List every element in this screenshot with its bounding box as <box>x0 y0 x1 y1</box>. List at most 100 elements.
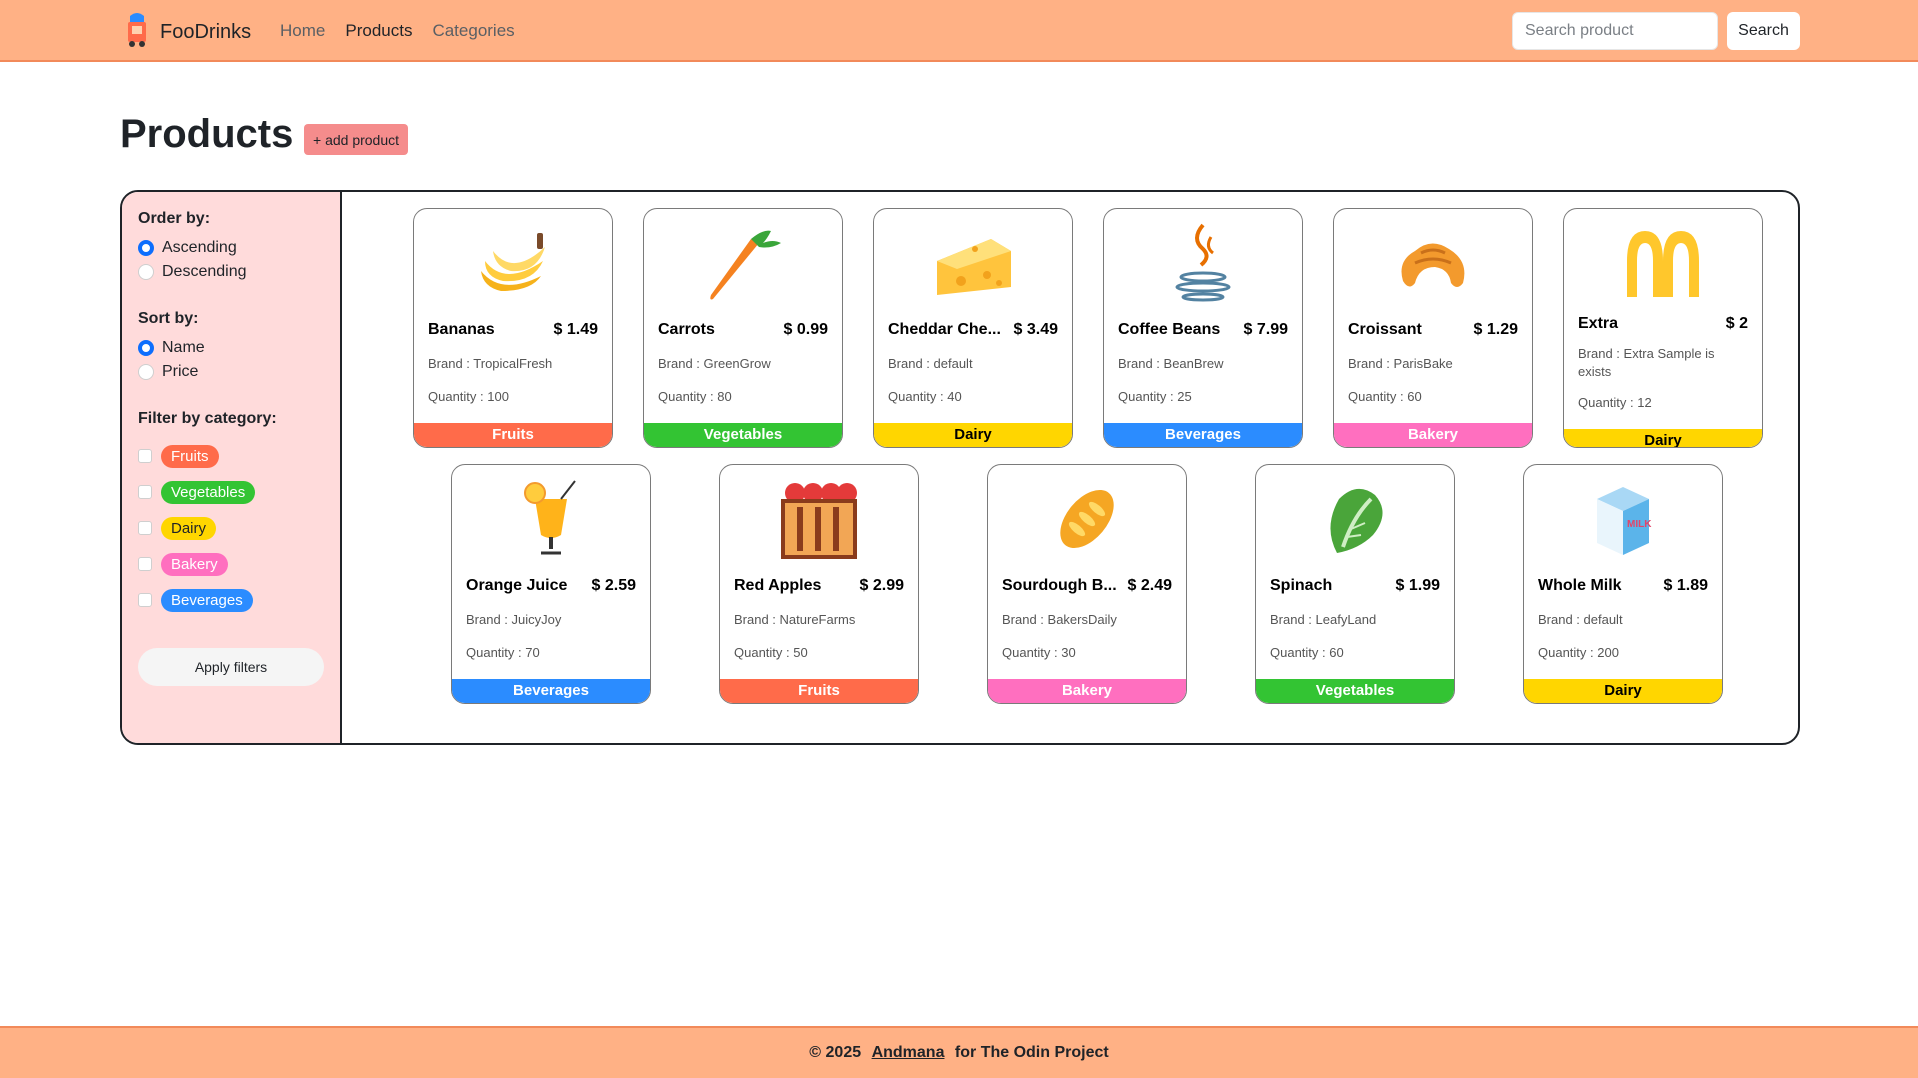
product-card[interactable]: Red Apples $ 2.99 Brand : NatureFarms Qu… <box>719 464 919 704</box>
product-price: $ 1.29 <box>1473 321 1518 338</box>
product-card[interactable]: MILK Whole Milk $ 1.89 Brand : default Q… <box>1523 464 1723 704</box>
checkbox-beverages[interactable] <box>138 593 152 607</box>
product-card[interactable]: Coffee Beans $ 7.99 Brand : BeanBrew Qua… <box>1103 208 1303 448</box>
arches-logo-icon <box>1627 231 1699 297</box>
brand-name: FooDrinks <box>160 21 252 43</box>
product-category: Bakery <box>988 679 1186 703</box>
product-quantity: Quantity : 50 <box>734 645 808 660</box>
product-category: Beverages <box>1104 423 1302 447</box>
radio-name[interactable] <box>138 340 154 356</box>
filter-sidebar: Order by: Ascending Descending Sort by: … <box>122 192 342 743</box>
order-descending-label: Descending <box>162 263 247 280</box>
radio-price[interactable] <box>138 364 154 380</box>
add-product-button[interactable]: + add product <box>304 124 409 155</box>
product-quantity: Quantity : 100 <box>428 389 509 404</box>
product-price: $ 1.99 <box>1395 577 1440 594</box>
product-name: Sourdough B... <box>1002 577 1117 594</box>
product-quantity: Quantity : 60 <box>1270 645 1344 660</box>
order-ascending[interactable]: Ascending <box>138 236 324 260</box>
product-category: Vegetables <box>1256 679 1454 703</box>
product-price: $ 2 <box>1725 315 1748 332</box>
product-brand: Brand : default <box>1538 612 1623 627</box>
product-name: Coffee Beans <box>1118 321 1221 338</box>
search-button[interactable]: Search <box>1727 12 1800 50</box>
nav-categories[interactable]: Categories <box>432 21 514 41</box>
category-pill-fruits: Fruits <box>161 444 219 468</box>
product-card[interactable]: Spinach $ 1.99 Brand : LeafyLand Quantit… <box>1255 464 1455 704</box>
product-quantity: Quantity : 25 <box>1118 389 1192 404</box>
product-price: $ 0.99 <box>783 321 828 338</box>
product-price: $ 2.99 <box>859 577 904 594</box>
category-pill-bakery: Bakery <box>161 552 228 576</box>
product-quantity: Quantity : 80 <box>658 389 732 404</box>
product-brand: Brand : Extra Sample is exists <box>1578 346 1715 379</box>
checkbox-vegetables[interactable] <box>138 485 152 499</box>
order-ascending-label: Ascending <box>162 239 237 256</box>
nav-products[interactable]: Products <box>345 21 412 41</box>
filter-dairy[interactable]: Dairy <box>138 510 324 546</box>
product-price: $ 3.49 <box>1013 321 1058 338</box>
radio-ascending[interactable] <box>138 240 154 256</box>
milk-icon: MILK <box>1597 487 1652 555</box>
product-price: $ 1.49 <box>553 321 598 338</box>
filter-title: Filter by category: <box>138 410 277 427</box>
checkbox-dairy[interactable] <box>138 521 152 535</box>
cheese-icon <box>937 239 1011 295</box>
product-brand: Brand : TropicalFresh <box>428 356 553 371</box>
category-pill-vegetables: Vegetables <box>161 480 256 504</box>
product-price: $ 2.59 <box>591 577 636 594</box>
croissant-icon <box>1401 243 1465 287</box>
product-card[interactable]: Carrots $ 0.99 Brand : GreenGrow Quantit… <box>643 208 843 448</box>
search-input[interactable] <box>1512 12 1718 50</box>
product-brand: Brand : BeanBrew <box>1118 356 1224 371</box>
apple-basket-icon <box>781 483 857 559</box>
product-quantity: Quantity : 40 <box>888 389 962 404</box>
product-quantity: Quantity : 200 <box>1538 645 1619 660</box>
product-brand: Brand : default <box>888 356 973 371</box>
checkbox-bakery[interactable] <box>138 557 152 571</box>
product-brand: Brand : ParisBake <box>1348 356 1453 371</box>
product-category: Fruits <box>720 679 918 703</box>
bread-icon <box>1060 489 1114 549</box>
product-card[interactable]: Cheddar Che... $ 3.49 Brand : default Qu… <box>873 208 1073 448</box>
product-category: Bakery <box>1334 423 1532 447</box>
brand[interactable]: FooDrinks <box>122 12 251 53</box>
product-name: Bananas <box>428 321 495 338</box>
juice-icon <box>524 480 576 555</box>
coffee-icon <box>1175 223 1231 302</box>
radio-descending[interactable] <box>138 264 154 280</box>
product-quantity: Quantity : 30 <box>1002 645 1076 660</box>
category-filter-group: Filter by category: Fruits Vegetables Da… <box>138 410 324 618</box>
footer: © 2025 Andmana for The Odin Project <box>0 1026 1918 1078</box>
footer-copyright: © 2025 <box>809 1044 862 1061</box>
product-quantity: Quantity : 60 <box>1348 389 1422 404</box>
carrot-icon <box>710 230 781 300</box>
apply-filters-button[interactable]: Apply filters <box>138 648 324 686</box>
product-name: Whole Milk <box>1538 577 1622 594</box>
order-title: Order by: <box>138 210 211 227</box>
product-brand: Brand : GreenGrow <box>658 356 771 371</box>
sort-name[interactable]: Name <box>138 336 324 360</box>
checkbox-fruits[interactable] <box>138 449 152 463</box>
products-container: Order by: Ascending Descending Sort by: … <box>120 190 1800 745</box>
filter-bakery[interactable]: Bakery <box>138 546 324 582</box>
filter-vegetables[interactable]: Vegetables <box>138 474 324 510</box>
nav-links: Home Products Categories <box>280 21 515 41</box>
product-price: $ 1.89 <box>1663 577 1708 594</box>
filter-beverages[interactable]: Beverages <box>138 582 324 618</box>
product-card[interactable]: Orange Juice $ 2.59 Brand : JuicyJoy Qua… <box>451 464 651 704</box>
product-brand: Brand : LeafyLand <box>1270 612 1377 627</box>
product-card[interactable]: Extra $ 2 Brand : Extra Sample is exists… <box>1563 208 1763 448</box>
product-card[interactable]: Croissant $ 1.29 Brand : ParisBake Quant… <box>1333 208 1533 448</box>
category-pill-dairy: Dairy <box>161 516 217 540</box>
category-pill-beverages: Beverages <box>161 588 253 612</box>
order-descending[interactable]: Descending <box>138 260 324 284</box>
product-card[interactable]: Bananas $ 1.49 Brand : TropicalFresh Qua… <box>413 208 613 448</box>
filter-fruits[interactable]: Fruits <box>138 438 324 474</box>
footer-author-link[interactable]: Andmana <box>872 1044 945 1061</box>
product-card[interactable]: Sourdough B... $ 2.49 Brand : BakersDail… <box>987 464 1187 704</box>
nav-home[interactable]: Home <box>280 21 325 41</box>
page-title: Products <box>120 112 294 156</box>
sort-price[interactable]: Price <box>138 360 324 384</box>
spinach-icon <box>1330 488 1383 553</box>
